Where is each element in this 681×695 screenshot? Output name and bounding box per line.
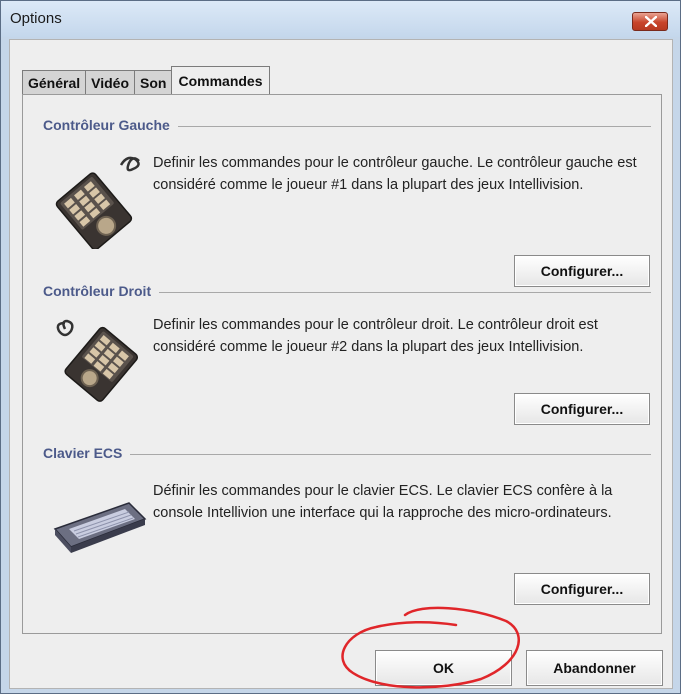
section-description: Definir les commandes pour le contrôleur… [153,155,637,193]
tab-video[interactable]: Vidéo [85,70,136,94]
ecs-keyboard-icon [53,502,147,553]
section-title: Contrôleur Droit [43,283,160,299]
title-bar[interactable]: Options [1,1,680,37]
configure-right-controller-button[interactable]: Configurer... [514,393,650,425]
window-title: Options [10,10,62,27]
section-title: Contrôleur Gauche [43,117,178,133]
close-icon [645,16,657,27]
cancel-button[interactable]: Abandonner [526,650,663,686]
section-divider [43,454,651,455]
left-controller-icon [55,156,140,249]
right-controller-icon [56,319,139,402]
close-button[interactable] [632,12,668,31]
configure-left-controller-button[interactable]: Configurer... [514,255,650,287]
tab-general[interactable]: Général [22,70,87,94]
dialog-body: Général Vidéo Son Commandes Contrôleur G… [9,39,673,689]
commandes-panel: Contrôleur Gauche Definir les commandes … [22,94,662,634]
section-title: Clavier ECS [43,445,131,461]
ok-button[interactable]: OK [375,650,512,686]
configure-ecs-keyboard-button[interactable]: Configurer... [514,573,650,605]
section-description: Definir les commandes pour le contrôleur… [153,317,598,355]
section-description: Définir les commandes pour le clavier EC… [153,483,613,521]
tab-bar: Général Vidéo Son Commandes [22,66,270,94]
tab-commandes[interactable]: Commandes [171,66,270,94]
tab-son[interactable]: Son [134,70,173,94]
options-window: Options Général Vidéo Son Commandes Cont… [0,0,681,694]
